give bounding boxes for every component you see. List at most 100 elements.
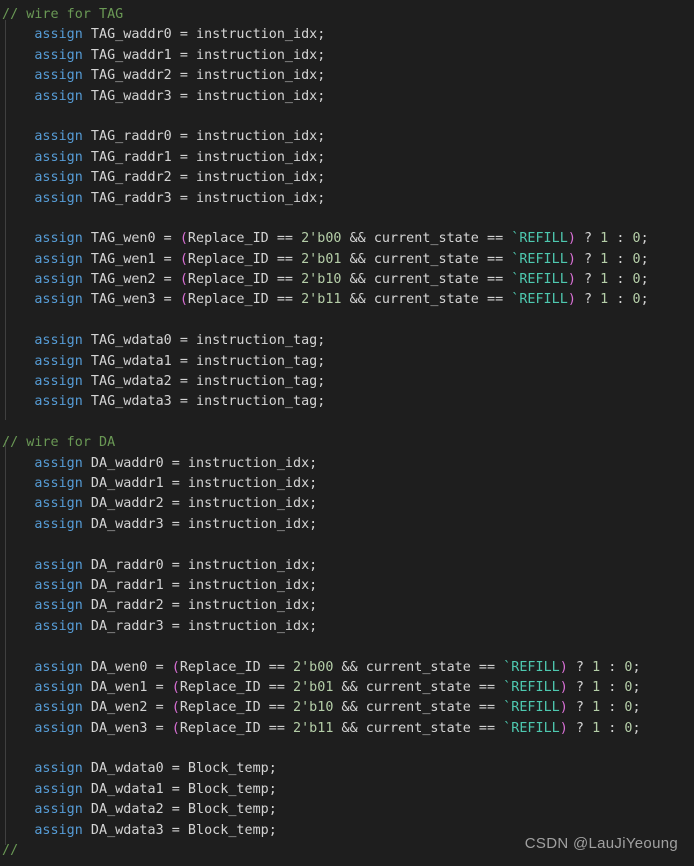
code-line[interactable]: assign DA_raddr2 = instruction_idx;: [2, 596, 694, 616]
code-line[interactable]: assign TAG_wen3 = (Replace_ID == 2'b11 &…: [2, 290, 694, 310]
token-paren: (: [171, 700, 180, 716]
code-line[interactable]: assign DA_wen0 = (Replace_ID == 2'b00 &&…: [2, 658, 694, 678]
token-op: ;: [632, 700, 641, 716]
code-editor[interactable]: // wire for TAG assign TAG_waddr0 = inst…: [0, 0, 694, 866]
code-line[interactable]: assign TAG_wen0 = (Replace_ID == 2'b00 &…: [2, 229, 694, 249]
token-op: [83, 476, 91, 491]
token-op: =: [171, 68, 196, 84]
code-line[interactable]: assign DA_waddr2 = instruction_idx;: [2, 494, 694, 514]
code-line[interactable]: assign DA_wen3 = (Replace_ID == 2'b11 &&…: [2, 719, 694, 739]
code-line[interactable]: assign DA_wen1 = (Replace_ID == 2'b01 &&…: [2, 678, 694, 698]
token-op: =: [163, 455, 188, 471]
code-line[interactable]: assign DA_waddr0 = instruction_idx;: [2, 454, 694, 474]
token-op: [83, 374, 91, 389]
code-line[interactable]: // wire for DA: [2, 433, 694, 453]
token-ident: TAG_wdata0: [90, 333, 172, 349]
token-number: 1: [592, 659, 601, 675]
code-line[interactable]: [2, 107, 694, 127]
token-op: =: [171, 88, 196, 104]
token-op: ;: [317, 68, 326, 84]
code-line[interactable]: assign TAG_waddr0 = instruction_idx;: [2, 25, 694, 45]
token-ident: TAG_raddr0: [90, 129, 172, 145]
code-line[interactable]: [2, 739, 694, 759]
token-ident: TAG_wdata2: [90, 374, 172, 390]
code-content[interactable]: // wire for TAG assign TAG_waddr0 = inst…: [0, 0, 694, 861]
token-number: 2'b01: [293, 679, 334, 695]
code-line[interactable]: assign TAG_raddr2 = instruction_idx;: [2, 168, 694, 188]
token-op: ==: [470, 679, 504, 695]
token-ident: DA_waddr2: [90, 496, 164, 512]
code-line[interactable]: assign TAG_wen2 = (Replace_ID == 2'b10 &…: [2, 270, 694, 290]
token-keyword: assign: [34, 27, 83, 43]
code-line[interactable]: assign DA_waddr3 = instruction_idx;: [2, 515, 694, 535]
code-line[interactable]: assign TAG_waddr3 = instruction_idx;: [2, 87, 694, 107]
code-line[interactable]: assign DA_wen2 = (Replace_ID == 2'b10 &&…: [2, 698, 694, 718]
code-line[interactable]: assign TAG_raddr0 = instruction_idx;: [2, 127, 694, 147]
token-keyword: assign: [34, 618, 83, 634]
token-ident: TAG_waddr2: [90, 68, 172, 84]
code-line[interactable]: assign TAG_wdata3 = instruction_tag;: [2, 392, 694, 412]
token-op: ;: [309, 496, 318, 512]
token-ident: DA_waddr0: [90, 455, 164, 471]
code-line[interactable]: assign TAG_raddr3 = instruction_idx;: [2, 189, 694, 209]
token-keyword: assign: [34, 129, 83, 145]
token-op: ?: [575, 292, 601, 308]
code-line[interactable]: [2, 535, 694, 555]
token-paren: (: [171, 720, 180, 736]
token-keyword: assign: [34, 292, 83, 308]
token-number: 2'b10: [293, 700, 334, 716]
code-line[interactable]: assign TAG_waddr2 = instruction_idx;: [2, 66, 694, 86]
token-op: :: [600, 659, 625, 675]
code-line[interactable]: assign TAG_wdata0 = instruction_tag;: [2, 331, 694, 351]
code-line[interactable]: assign DA_raddr0 = instruction_idx;: [2, 556, 694, 576]
code-line[interactable]: assign TAG_wen1 = (Replace_ID == 2'b01 &…: [2, 250, 694, 270]
code-line[interactable]: assign TAG_wdata1 = instruction_tag;: [2, 352, 694, 372]
token-macro: `REFILL: [503, 659, 560, 675]
token-ident: Replace_ID: [187, 292, 269, 308]
token-number: 0: [632, 292, 641, 308]
token-number: 2'b00: [301, 231, 342, 247]
token-ident: instruction_idx: [196, 27, 318, 43]
code-line[interactable]: assign TAG_raddr1 = instruction_idx;: [2, 148, 694, 168]
code-line[interactable]: assign DA_wdata1 = Block_temp;: [2, 780, 694, 800]
token-op: =: [147, 659, 172, 675]
code-line[interactable]: [2, 209, 694, 229]
code-line[interactable]: [2, 637, 694, 657]
token-keyword: assign: [34, 149, 83, 165]
token-number: 0: [624, 720, 633, 736]
token-op: =: [163, 496, 188, 512]
code-line[interactable]: assign TAG_wdata2 = instruction_tag;: [2, 372, 694, 392]
code-line[interactable]: assign DA_waddr1 = instruction_idx;: [2, 474, 694, 494]
token-paren: ): [567, 251, 576, 267]
code-line[interactable]: [2, 413, 694, 433]
token-op: =: [155, 292, 180, 308]
code-line[interactable]: assign DA_wdata0 = Block_temp;: [2, 759, 694, 779]
token-ident: instruction_tag: [196, 374, 318, 390]
token-op: [83, 700, 91, 715]
token-op: =: [163, 618, 188, 634]
token-op: &&: [341, 272, 374, 288]
code-line[interactable]: assign DA_raddr1 = instruction_idx;: [2, 576, 694, 596]
token-op: [83, 191, 91, 206]
token-op: &&: [333, 679, 366, 695]
code-line[interactable]: [2, 311, 694, 331]
token-number: 0: [632, 251, 641, 267]
code-line[interactable]: // wire for TAG: [2, 5, 694, 25]
token-keyword: assign: [34, 333, 83, 349]
token-op: :: [608, 231, 633, 247]
token-ident: TAG_waddr3: [90, 88, 172, 104]
token-op: [83, 27, 91, 42]
code-line[interactable]: assign TAG_waddr1 = instruction_idx;: [2, 46, 694, 66]
token-macro: `REFILL: [511, 231, 568, 247]
code-line[interactable]: assign DA_wdata2 = Block_temp;: [2, 800, 694, 820]
code-line[interactable]: assign DA_raddr3 = instruction_idx;: [2, 617, 694, 637]
token-keyword: assign: [34, 47, 83, 63]
token-ident: current_state: [365, 659, 471, 675]
token-op: ==: [268, 231, 302, 247]
token-keyword: assign: [34, 455, 83, 471]
